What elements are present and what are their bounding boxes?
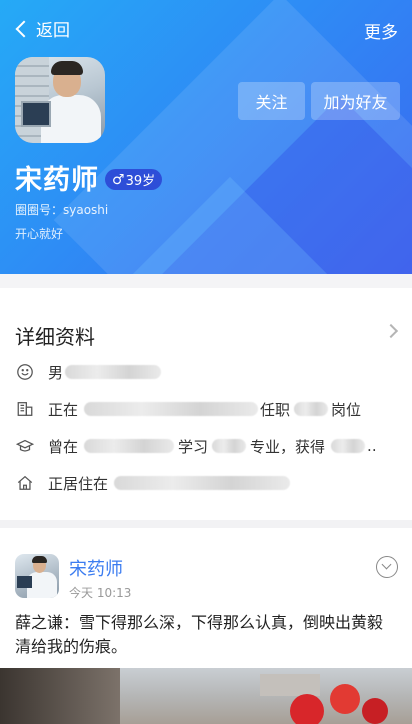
add-friend-button[interactable]: 加为好友 [311,82,400,120]
edu-major: 专业，获得 [250,437,326,456]
work-prefix: 正在 [48,400,79,419]
graduation-cap-icon [15,436,35,456]
redacted-text [212,439,247,453]
post-time: 今天 10:13 [69,586,132,600]
avatar[interactable] [15,57,105,143]
post-author[interactable]: 宋药师 [69,555,123,581]
detail-row-work: 正在 任职 岗位 [15,397,361,421]
redacted-text [84,402,259,416]
detail-row-residence: 正居住在 [15,471,291,495]
feed-post[interactable]: 宋药师 今天 10:13 薛之谦：雪下得那么深，下得那么认真，倒映出黄毅清给我的… [0,528,412,724]
avatar-figure [21,101,51,127]
details-section[interactable]: 详细资料 男 正在 任职 岗位 曾在 学习 专业，获得 .. 正居住在 [0,274,412,520]
home-prefix: 正居住在 [48,474,109,493]
avatar-figure [32,556,47,563]
profile-name: 宋药师 [15,165,99,196]
user-id: 圈圈号：syaoshi [15,203,109,217]
post-image[interactable] [0,668,412,724]
building-icon [15,399,35,419]
detail-row-education: 曾在 学习 专业，获得 .. [15,434,377,458]
detail-row-gender: 男 [15,360,162,384]
work-suffix: 岗位 [331,400,362,419]
chevron-left-icon [15,20,33,37]
back-button[interactable]: 返回 [14,16,70,41]
redacted-text [84,439,175,453]
edu-suffix: .. [367,437,377,455]
age-label: 39岁 [125,174,156,189]
back-label: 返回 [36,21,70,41]
follow-button[interactable]: 关注 [238,82,305,120]
male-icon: ♂ [112,171,125,188]
gender-age-badge: ♂ 39岁 [105,169,163,190]
redacted-text [294,402,329,416]
redacted-text [114,476,291,490]
more-button[interactable]: 更多 [364,18,398,43]
image-region [330,684,360,714]
work-mid: 任职 [260,400,291,419]
chevron-down-circle-icon[interactable] [376,556,398,578]
home-icon [15,473,35,493]
image-region [260,674,320,696]
post-text: 薛之谦：雪下得那么深，下得那么认真，倒映出黄毅清给我的伤痕。 [15,613,384,656]
edu-mid: 学习 [178,437,209,456]
edu-prefix: 曾在 [48,437,79,456]
section-divider [0,520,412,528]
details-title: 详细资料 [15,325,95,349]
post-avatar[interactable] [15,554,59,598]
image-region [0,668,120,724]
profile-motto: 开心就好 [15,227,64,241]
image-region [362,698,388,724]
redacted-text [65,365,162,379]
redacted-text [331,439,366,453]
avatar-figure [51,61,83,75]
smile-icon [15,362,35,382]
avatar-figure [17,576,32,588]
image-region [290,694,324,724]
profile-header: 返回 更多 关注 加为好友 宋药师 ♂ 39岁 圈圈号：syaoshi 开心就好 [0,0,412,274]
chevron-right-icon[interactable] [383,323,399,339]
gender-value: 男 [48,363,64,382]
